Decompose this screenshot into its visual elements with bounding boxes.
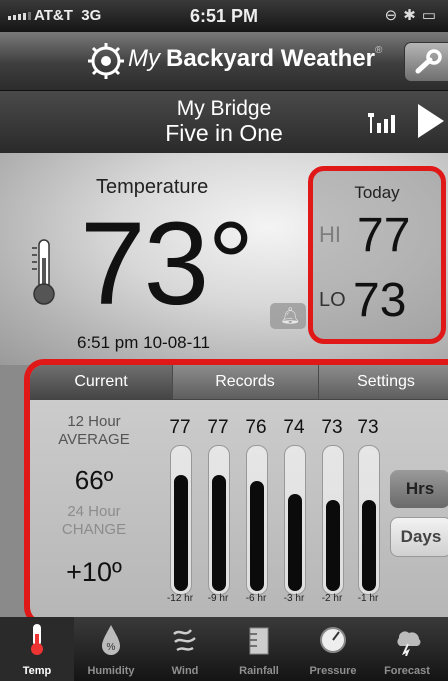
days-button[interactable]: Days xyxy=(390,517,448,557)
tab-records[interactable]: Records xyxy=(172,365,319,399)
bar-fill xyxy=(250,481,264,591)
bar-fill xyxy=(362,500,376,591)
tab-current[interactable]: Current xyxy=(30,365,173,399)
temperature-value: 73° xyxy=(80,198,254,330)
history-tabs: Current Records Settings xyxy=(30,365,448,400)
tab-humidity[interactable]: % Humidity xyxy=(74,617,148,681)
hi-label: HI xyxy=(319,222,341,247)
station-selector[interactable]: My Bridge Five in One xyxy=(0,91,448,153)
status-icons: ⊖✱▭ xyxy=(385,6,442,24)
bar-track xyxy=(170,445,192,595)
app-logo-icon xyxy=(88,43,124,79)
tab-label: Humidity xyxy=(87,665,135,677)
bar-value-label: 74 xyxy=(283,417,305,438)
signal-strength-icon xyxy=(368,113,395,133)
tab-settings[interactable]: Settings xyxy=(318,365,448,399)
tab-label: Pressure xyxy=(309,665,357,677)
app-title-my: My xyxy=(128,45,160,72)
svg-text:%: % xyxy=(107,642,116,653)
bar-fill xyxy=(212,475,226,591)
bar-time-label: -6 hr xyxy=(245,593,267,604)
bar-time-label: -1 hr xyxy=(357,593,379,604)
tab-temp[interactable]: Temp xyxy=(0,617,74,681)
wind-icon xyxy=(173,629,196,652)
change-value: +10º xyxy=(66,557,122,587)
bar-track xyxy=(284,445,306,595)
trademark-mark: ® xyxy=(375,45,383,56)
bar-value-label: 77 xyxy=(207,417,229,438)
humidity-drop-icon: % xyxy=(102,625,120,655)
bar-track xyxy=(322,445,344,595)
battery-icon: ▭ xyxy=(421,7,442,24)
tab-pressure[interactable]: Pressure xyxy=(296,617,370,681)
current-conditions: Temperature 73° 6:51 pm 10-08-11 🔔︎ Toda… xyxy=(0,153,448,365)
bar-track xyxy=(246,445,268,595)
bell-icon: 🔔︎ xyxy=(280,308,301,325)
tab-rainfall[interactable]: Rainfall xyxy=(222,617,296,681)
alarm-button[interactable]: 🔔︎ xyxy=(270,303,306,329)
hi-value: 77 xyxy=(357,209,411,262)
rain-gauge-icon xyxy=(249,627,269,655)
bar-time-label: -9 hr xyxy=(207,593,229,604)
bar-track xyxy=(208,445,230,595)
bar-fill xyxy=(326,500,340,591)
status-bar: AT&T 3G 6:51 PM ⊖✱▭ xyxy=(0,0,448,32)
temperature-history-bars: 77 -12 hr 77 -9 hr 76 -6 hr 74 -3 hr 73 -2 hr 73 -1… xyxy=(148,401,396,619)
bar-value-label: 76 xyxy=(245,417,267,438)
tab-label: Wind xyxy=(171,665,199,677)
bar-value-label: 73 xyxy=(357,417,379,438)
bar-fill xyxy=(174,475,188,591)
app-screen: AT&T 3G 6:51 PM ⊖✱▭ MyBackyard Weather® xyxy=(0,0,448,681)
average-label: 12 Hour AVERAGE xyxy=(58,413,130,448)
bar-track xyxy=(358,445,380,595)
bar-value-label: 73 xyxy=(321,417,343,438)
tab-label: Rainfall xyxy=(239,665,279,677)
today-hi-lo-panel: Today HI 77 LO 73 xyxy=(308,166,446,344)
bottom-tab-bar: Temp% Humidity Wind Rainfall Pressure Forecas… xyxy=(0,617,448,681)
app-title-name: Backyard Weather xyxy=(166,45,375,72)
reading-timestamp: 6:51 pm 10-08-11 xyxy=(77,333,210,352)
history-panel: Current Records Settings 12 Hour AVERAGE… xyxy=(24,359,448,627)
forecast-icon xyxy=(397,631,421,656)
bluetooth-icon: ✱ xyxy=(403,7,422,24)
lo-label: LO xyxy=(319,289,346,311)
thermometer-icon xyxy=(32,239,55,305)
app-title: My Backyard Weather® xyxy=(128,45,382,73)
tab-forecast[interactable]: Forecast xyxy=(370,617,444,681)
hours-button[interactable]: Hrs xyxy=(390,470,448,508)
bar-time-label: -3 hr xyxy=(283,593,305,604)
today-label: Today xyxy=(354,183,400,202)
bar-time-label: -12 hr xyxy=(166,593,194,604)
temperature-label: Temperature xyxy=(96,176,209,198)
pressure-gauge-icon xyxy=(320,627,346,653)
average-value: 66º xyxy=(74,465,114,495)
tab-label: Forecast xyxy=(384,665,430,677)
tab-label: Temp xyxy=(22,665,52,677)
wrench-icon xyxy=(415,49,442,74)
settings-button[interactable] xyxy=(404,42,448,82)
change-label: 24 Hour CHANGE xyxy=(61,503,127,538)
tab-wind[interactable]: Wind xyxy=(148,617,222,681)
app-header: My Backyard Weather® xyxy=(0,32,448,91)
bar-value-label: 77 xyxy=(169,417,191,438)
lo-value: 73 xyxy=(353,274,407,327)
next-station-arrow-icon[interactable] xyxy=(418,104,444,138)
status-time: 6:51 PM xyxy=(189,6,259,26)
lock-rotation-icon: ⊖ xyxy=(384,7,404,24)
bar-fill xyxy=(288,494,302,591)
thermometer-icon xyxy=(31,624,43,655)
